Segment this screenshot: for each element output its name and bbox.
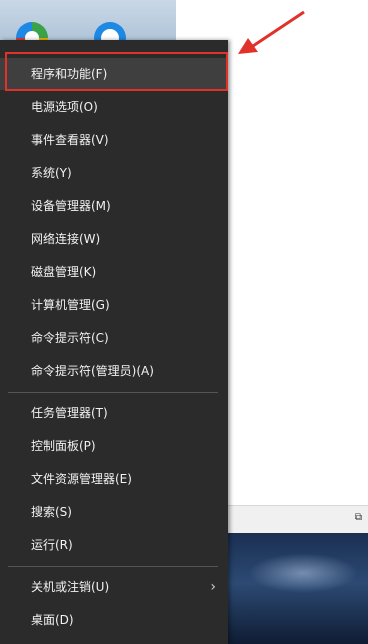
menu-item-network-connections[interactable]: 网络连接(W) [0, 223, 228, 255]
window-toolbar: ⧉ [228, 505, 368, 534]
menu-item-computer-management[interactable]: 计算机管理(G) [0, 289, 228, 321]
menu-item-device-manager[interactable]: 设备管理器(M) [0, 190, 228, 222]
menu-item-event-viewer[interactable]: 事件查看器(V) [0, 124, 228, 156]
chevron-right-icon: › [210, 579, 216, 595]
menu-item-file-explorer[interactable]: 文件资源管理器(E) [0, 463, 228, 495]
menu-item-power-options[interactable]: 电源选项(O) [0, 91, 228, 123]
menu-item-task-manager[interactable]: 任务管理器(T) [0, 397, 228, 429]
menu-item-command-prompt-admin[interactable]: 命令提示符(管理员)(A) [0, 355, 228, 387]
winx-context-menu: 程序和功能(F) 电源选项(O) 事件查看器(V) 系统(Y) 设备管理器(M)… [0, 40, 228, 644]
menu-separator [8, 392, 218, 393]
menu-item-control-panel[interactable]: 控制面板(P) [0, 430, 228, 462]
menu-item-desktop[interactable]: 桌面(D) [0, 604, 228, 636]
menu-item-shutdown-signout[interactable]: 关机或注销(U) › [0, 571, 228, 603]
menu-item-run[interactable]: 运行(R) [0, 529, 228, 561]
menu-item-disk-management[interactable]: 磁盘管理(K) [0, 256, 228, 288]
menu-item-system[interactable]: 系统(Y) [0, 157, 228, 189]
menu-item-command-prompt[interactable]: 命令提示符(C) [0, 322, 228, 354]
toolbar-icon[interactable]: ⧉ [355, 512, 362, 523]
menu-separator [8, 566, 218, 567]
menu-item-label: 关机或注销(U) [31, 580, 110, 594]
menu-item-search[interactable]: 搜索(S) [0, 496, 228, 528]
wallpaper-area [228, 533, 368, 644]
red-arrow-icon [238, 10, 305, 54]
menu-item-programs-features[interactable]: 程序和功能(F) [0, 58, 228, 90]
